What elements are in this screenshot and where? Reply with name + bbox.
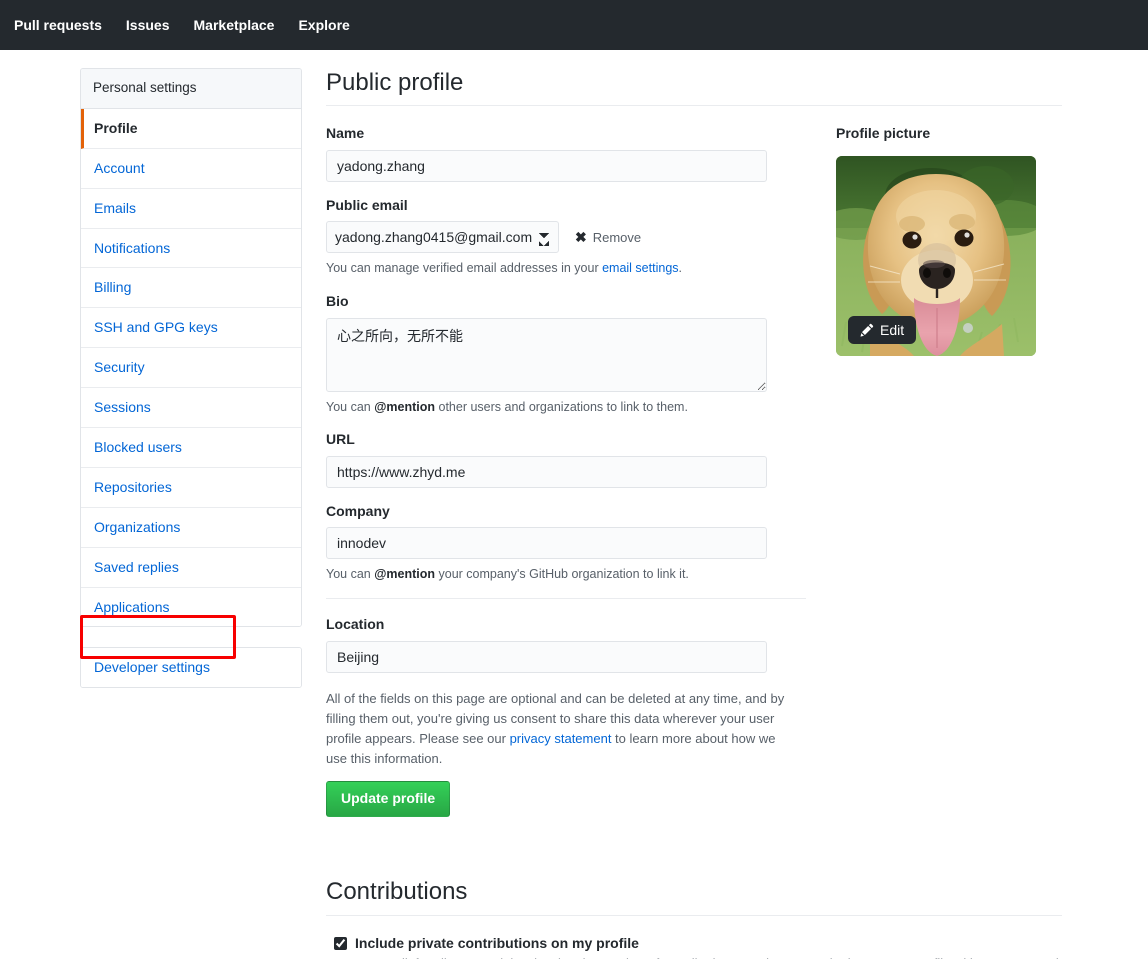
public-email-select[interactable]: yadong.zhang0415@gmail.com <box>326 221 559 253</box>
sidebar-spacer <box>80 627 302 647</box>
name-field-group: Name <box>326 124 806 182</box>
legal-text: All of the fields on this page are optio… <box>326 689 796 770</box>
contributions-title: Contributions <box>326 877 1148 907</box>
contributions-checkbox-row: Include private contributions on my prof… <box>326 934 1148 959</box>
bio-helper-mention: @mention <box>374 400 435 414</box>
main-content: Public profile Name Public email yadong.… <box>302 68 1148 959</box>
sidebar-item-billing[interactable]: Billing <box>81 268 301 308</box>
update-profile-button[interactable]: Update profile <box>326 781 450 817</box>
public-email-helper-suffix: . <box>679 261 682 275</box>
edit-avatar-label: Edit <box>880 323 904 337</box>
sidebar-heading: Personal settings <box>81 69 301 109</box>
profile-picture-label: Profile picture <box>836 124 1058 144</box>
url-label: URL <box>326 430 806 450</box>
public-email-helper: You can manage verified email addresses … <box>326 259 806 278</box>
company-field-group: Company You can @mention your company's … <box>326 502 806 584</box>
pencil-icon <box>860 323 874 337</box>
contributions-section: Contributions Include private contributi… <box>326 877 1148 959</box>
sidebar-item-security[interactable]: Security <box>81 348 301 388</box>
bio-textarea[interactable]: 心之所向，无所不能 <box>326 318 767 392</box>
location-label: Location <box>326 615 806 635</box>
company-input[interactable] <box>326 527 767 559</box>
title-divider <box>326 105 1062 106</box>
top-navigation-bar: Pull requests Issues Marketplace Explore <box>0 0 1148 50</box>
nav-link-explore[interactable]: Explore <box>298 18 349 32</box>
location-input[interactable] <box>326 641 767 673</box>
form-divider <box>326 598 806 599</box>
profile-picture-panel: Profile picture <box>836 124 1058 817</box>
sidebar-item-blocked-users[interactable]: Blocked users <box>81 428 301 468</box>
name-input[interactable] <box>326 150 767 182</box>
privacy-statement-link[interactable]: privacy statement <box>510 731 612 746</box>
name-label: Name <box>326 124 806 144</box>
profile-form: Name Public email yadong.zhang0415@gmail… <box>326 124 806 817</box>
nav-link-issues[interactable]: Issues <box>126 18 170 32</box>
contributions-checkbox-text: Include private contributions on my prof… <box>355 934 1096 959</box>
sidebar-item-applications[interactable]: Applications <box>81 588 301 627</box>
nav-link-marketplace[interactable]: Marketplace <box>194 18 275 32</box>
sidebar-item-sessions[interactable]: Sessions <box>81 388 301 428</box>
sidebar-item-developer-settings[interactable]: Developer settings <box>81 648 301 687</box>
sidebar-item-profile[interactable]: Profile <box>81 109 301 149</box>
sidebar-item-repositories[interactable]: Repositories <box>81 468 301 508</box>
contributions-divider <box>326 915 1062 916</box>
nav-link-pull-requests[interactable]: Pull requests <box>14 18 102 32</box>
sidebar-item-emails[interactable]: Emails <box>81 189 301 229</box>
personal-settings-menu: Personal settings Profile Account Emails… <box>80 68 302 627</box>
company-helper: You can @mention your company's GitHub o… <box>326 565 806 584</box>
bio-helper-prefix: You can <box>326 400 374 414</box>
sidebar-item-account[interactable]: Account <box>81 149 301 189</box>
include-private-contributions-description: Get credit for all your work by showing … <box>355 956 1096 959</box>
include-private-contributions-label: Include private contributions on my prof… <box>355 934 1096 954</box>
remove-email-label: Remove <box>593 230 641 245</box>
public-email-row: yadong.zhang0415@gmail.com ✖ Remove <box>326 221 806 253</box>
bio-helper-suffix: other users and organizations to link to… <box>435 400 688 414</box>
include-private-contributions-checkbox[interactable] <box>334 937 347 950</box>
public-email-helper-prefix: You can manage verified email addresses … <box>326 261 602 275</box>
close-icon: ✖ <box>575 230 587 244</box>
company-helper-suffix: your company's GitHub organization to li… <box>435 567 689 581</box>
bio-label: Bio <box>326 292 806 312</box>
url-field-group: URL <box>326 430 806 488</box>
sidebar-item-notifications[interactable]: Notifications <box>81 229 301 269</box>
edit-avatar-button[interactable]: Edit <box>848 316 916 344</box>
location-field-group: Location <box>326 615 806 673</box>
public-email-label: Public email <box>326 196 806 216</box>
developer-settings-menu: Developer settings <box>80 647 302 688</box>
sidebar-item-ssh-and-gpg-keys[interactable]: SSH and GPG keys <box>81 308 301 348</box>
company-helper-mention: @mention <box>374 567 435 581</box>
profile-columns: Name Public email yadong.zhang0415@gmail… <box>326 124 1148 817</box>
bio-field-group: Bio 心之所向，无所不能 You can @mention other use… <box>326 292 806 416</box>
email-settings-link[interactable]: email settings <box>602 261 678 275</box>
url-input[interactable] <box>326 456 767 488</box>
remove-email-button[interactable]: ✖ Remove <box>575 230 641 245</box>
sidebar-item-organizations[interactable]: Organizations <box>81 508 301 548</box>
sidebar-item-saved-replies[interactable]: Saved replies <box>81 548 301 588</box>
bio-helper: You can @mention other users and organiz… <box>326 398 806 417</box>
page-body: Personal settings Profile Account Emails… <box>0 50 1148 959</box>
settings-sidebar: Personal settings Profile Account Emails… <box>0 68 302 959</box>
company-helper-prefix: You can <box>326 567 374 581</box>
avatar[interactable]: Edit <box>836 156 1036 356</box>
public-email-field-group: Public email yadong.zhang0415@gmail.com … <box>326 196 806 278</box>
page-title: Public profile <box>326 68 1148 98</box>
company-label: Company <box>326 502 806 522</box>
